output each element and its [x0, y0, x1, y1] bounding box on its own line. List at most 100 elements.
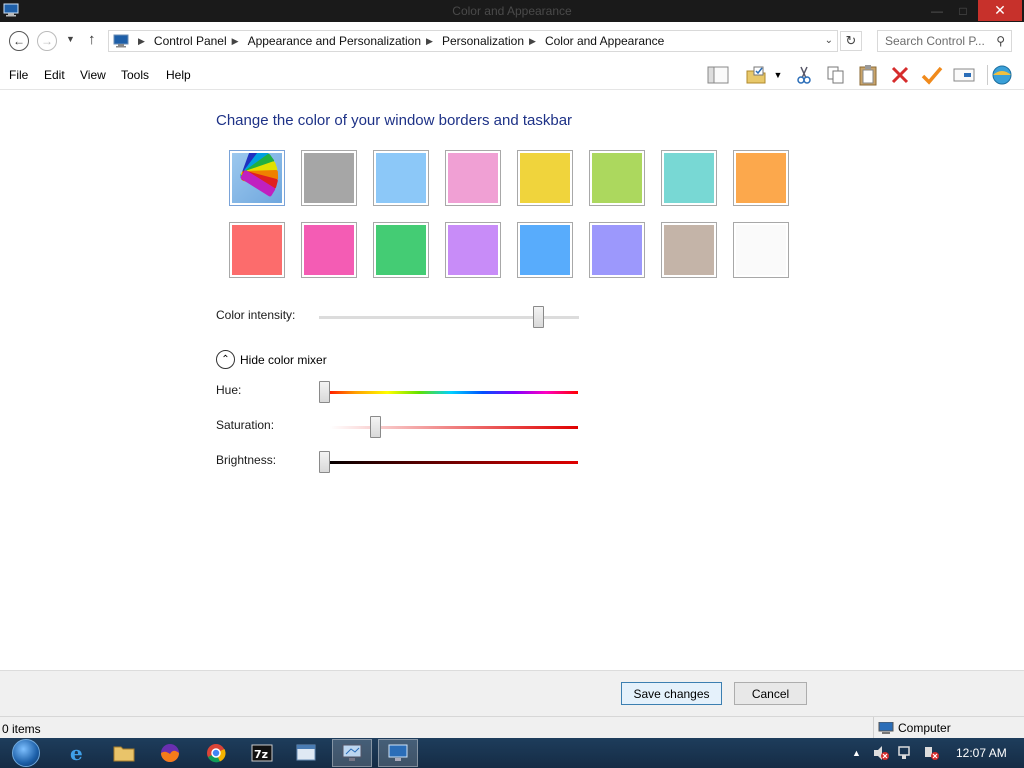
hide-color-mixer-link[interactable]: Hide color mixer [240, 353, 327, 367]
taskbar: e 7z ▲ 12:07 AM [0, 738, 1024, 768]
properties-icon[interactable] [744, 64, 768, 86]
title-bar: Color and Appearance — □ ✕ [0, 0, 1024, 22]
swatch-fill [376, 225, 426, 275]
svg-text:e: e [70, 742, 83, 764]
control-panel-icon[interactable] [378, 739, 418, 767]
internet-options-icon[interactable] [990, 64, 1014, 86]
close-button[interactable]: ✕ [978, 0, 1022, 21]
status-location: Computer [873, 717, 951, 739]
internet-explorer-icon[interactable]: e [58, 739, 98, 767]
refresh-button[interactable]: ↻ [840, 31, 862, 51]
action-center-icon[interactable] [922, 738, 940, 768]
maximize-button[interactable]: □ [950, 0, 976, 21]
search-input[interactable]: Search Control P... ⚲ [877, 30, 1012, 52]
firefox-icon[interactable] [150, 739, 190, 767]
control-panel-icon [113, 34, 129, 48]
color-swatch-purple[interactable] [445, 222, 501, 278]
hue-slider-thumb[interactable] [319, 381, 330, 403]
clock[interactable]: 12:07 AM [956, 738, 1007, 768]
menu-file[interactable]: File [9, 68, 28, 82]
swatch-fill [592, 225, 642, 275]
chevron-right-icon[interactable]: ▶ [232, 36, 239, 47]
window-app-icon[interactable] [286, 739, 326, 767]
breadcrumb-appearance[interactable]: Appearance and Personalization [248, 34, 421, 48]
color-swatch-teal[interactable] [661, 150, 717, 206]
delete-icon[interactable] [888, 64, 912, 86]
brightness-slider-track[interactable] [324, 461, 578, 464]
chrome-icon[interactable] [196, 739, 236, 767]
location-label: Computer [898, 721, 951, 735]
chevron-up-icon[interactable]: ⌃ [216, 350, 235, 369]
color-palette-icon [232, 153, 282, 203]
breadcrumb-color-appearance[interactable]: Color and Appearance [545, 34, 664, 48]
7zip-icon[interactable]: 7z [242, 739, 282, 767]
chevron-right-icon[interactable]: ▶ [529, 36, 536, 47]
save-changes-button[interactable]: Save changes [621, 682, 722, 705]
up-button[interactable]: ↑ [88, 31, 96, 48]
cut-icon[interactable] [792, 64, 816, 86]
chevron-right-icon: ▶ [138, 35, 145, 46]
chevron-right-icon[interactable]: ▶ [426, 36, 433, 47]
rename-icon[interactable] [952, 64, 976, 86]
menu-view[interactable]: View [80, 68, 106, 82]
color-swatch-gray[interactable] [301, 150, 357, 206]
address-row: ← → ▼ ↑ ▶ Control Panel ▶ Appearance and… [0, 22, 1024, 60]
item-count: 0 items [2, 722, 41, 736]
color-swatch-pink[interactable] [445, 150, 501, 206]
toolbar-divider [987, 65, 988, 85]
color-swatch-red[interactable] [229, 222, 285, 278]
show-hidden-icons-button[interactable]: ▲ [852, 738, 861, 768]
swatch-fill [304, 153, 354, 203]
display-settings-icon[interactable] [332, 739, 372, 767]
checkmark-icon[interactable] [920, 64, 944, 86]
minimize-button[interactable]: — [924, 0, 950, 21]
menu-edit[interactable]: Edit [44, 68, 65, 82]
back-button[interactable]: ← [9, 31, 29, 51]
swatch-fill [232, 225, 282, 275]
brightness-slider-thumb[interactable] [319, 451, 330, 473]
swatch-fill [520, 153, 570, 203]
window-title: Color and Appearance [452, 4, 572, 18]
menu-help[interactable]: Help [166, 68, 191, 82]
color-swatch-automatic[interactable] [229, 150, 285, 206]
color-swatch-orange[interactable] [733, 150, 789, 206]
breadcrumb-personalization[interactable]: Personalization [442, 34, 524, 48]
color-swatch-white[interactable] [733, 222, 789, 278]
swatch-fill [664, 225, 714, 275]
chevron-down-icon[interactable]: ⌄ [825, 35, 833, 46]
refresh-icon: ↻ [845, 33, 857, 48]
start-button[interactable] [4, 738, 48, 768]
layout-icon[interactable] [706, 64, 730, 86]
swatch-fill [304, 225, 354, 275]
file-explorer-icon[interactable] [104, 739, 144, 767]
color-swatch-green[interactable] [373, 222, 429, 278]
paste-icon[interactable] [856, 64, 880, 86]
saturation-slider-thumb[interactable] [369, 416, 381, 438]
swatch-fill [592, 153, 642, 203]
arrow-left-icon: ← [13, 34, 25, 48]
color-swatch-taupe[interactable] [661, 222, 717, 278]
forward-button[interactable]: → [37, 31, 57, 51]
recent-locations-dropdown[interactable]: ▼ [66, 34, 75, 44]
chevron-down-icon[interactable]: ▼ [770, 64, 786, 86]
address-bar[interactable]: ▶ Control Panel ▶ Appearance and Persona… [108, 30, 838, 52]
color-swatch-blue[interactable] [517, 222, 573, 278]
intensity-slider-thumb[interactable] [533, 306, 545, 328]
color-swatch-magenta[interactable] [301, 222, 357, 278]
copy-icon[interactable] [824, 64, 848, 86]
swatch-fill [520, 225, 570, 275]
hue-label: Hue: [216, 383, 242, 397]
menu-tools[interactable]: Tools [121, 68, 149, 82]
saturation-slider-track[interactable] [330, 426, 578, 429]
color-swatch-lime[interactable] [589, 150, 645, 206]
color-swatch-sky[interactable] [373, 150, 429, 206]
color-swatch-lavender[interactable] [589, 222, 645, 278]
hue-slider-track[interactable] [324, 391, 578, 394]
network-icon[interactable] [897, 738, 915, 768]
cancel-button[interactable]: Cancel [734, 682, 807, 705]
volume-muted-icon[interactable] [872, 738, 890, 768]
swatch-fill [448, 153, 498, 203]
breadcrumb-control-panel[interactable]: Control Panel [154, 34, 227, 48]
color-swatch-yellow[interactable] [517, 150, 573, 206]
intensity-label: Color intensity: [216, 308, 296, 322]
